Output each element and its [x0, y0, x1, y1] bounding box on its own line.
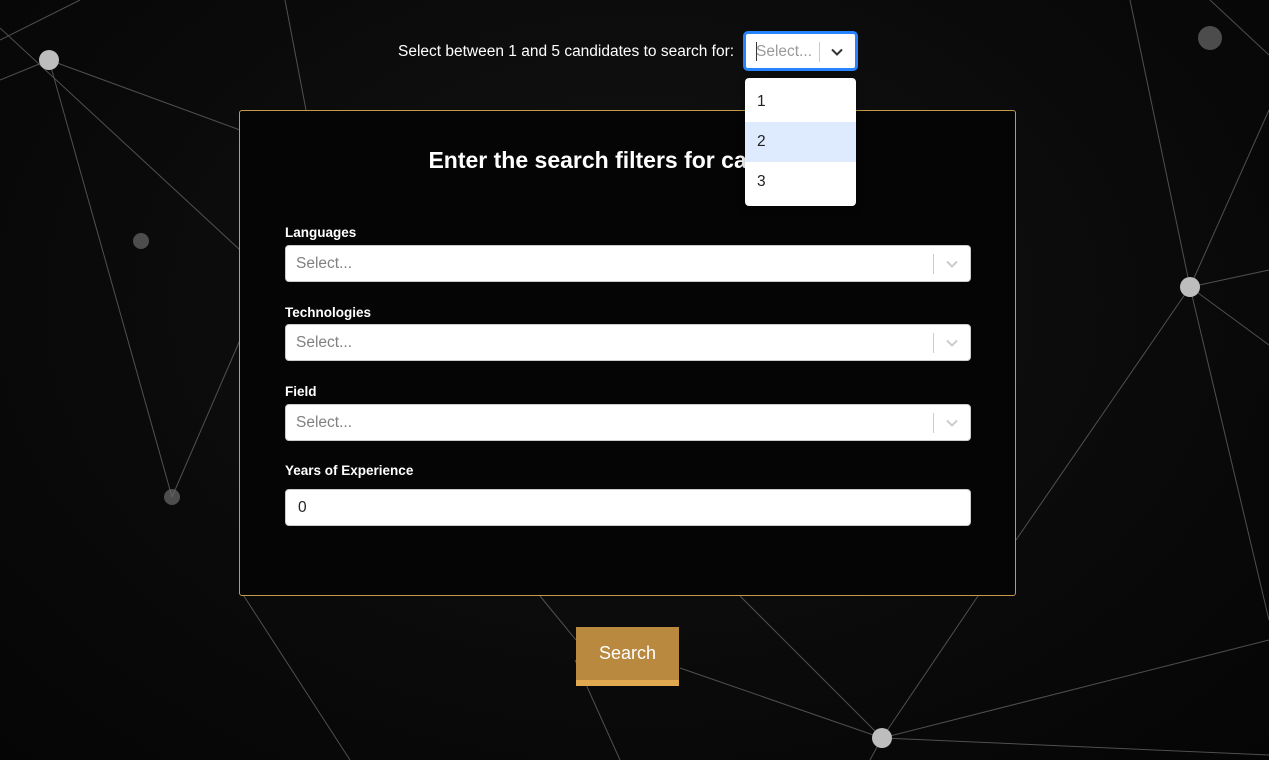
indicator-separator [819, 42, 820, 62]
indicator-separator [933, 333, 934, 353]
chevron-down-icon[interactable] [830, 45, 844, 59]
indicator-separator [933, 254, 934, 274]
chevron-down-icon[interactable] [945, 416, 959, 430]
candidate-count-label: Select between 1 and 5 candidates to sea… [398, 43, 735, 60]
field-placeholder: Select... [296, 414, 352, 431]
candidate-count-placeholder: Select... [756, 43, 812, 60]
chevron-down-icon[interactable] [945, 257, 959, 271]
experience-input[interactable] [285, 489, 971, 526]
search-filters-panel: Enter the search filters for candidate L… [239, 110, 1016, 596]
technologies-label: Technologies [285, 305, 372, 320]
menu-option-3[interactable]: 3 [745, 162, 856, 202]
languages-placeholder: Select... [296, 255, 352, 272]
candidate-count-menu: 1 2 3 [745, 78, 856, 206]
technologies-placeholder: Select... [296, 334, 352, 351]
indicator-separator [933, 413, 934, 433]
search-button[interactable]: Search [576, 627, 679, 686]
languages-select[interactable]: Select... [285, 245, 971, 282]
menu-option-1[interactable]: 1 [745, 82, 856, 122]
chevron-down-icon[interactable] [945, 336, 959, 350]
field-select[interactable]: Select... [285, 404, 971, 441]
field-label: Field [285, 384, 317, 399]
languages-label: Languages [285, 225, 357, 240]
menu-option-2[interactable]: 2 [745, 122, 856, 162]
candidate-count-row: Select between 1 and 5 candidates to sea… [0, 32, 1269, 70]
candidate-count-select[interactable]: Select... [744, 32, 857, 70]
technologies-select[interactable]: Select... [285, 324, 971, 361]
experience-label: Years of Experience [285, 463, 414, 478]
panel-title: Enter the search filters for candidate [428, 147, 829, 173]
